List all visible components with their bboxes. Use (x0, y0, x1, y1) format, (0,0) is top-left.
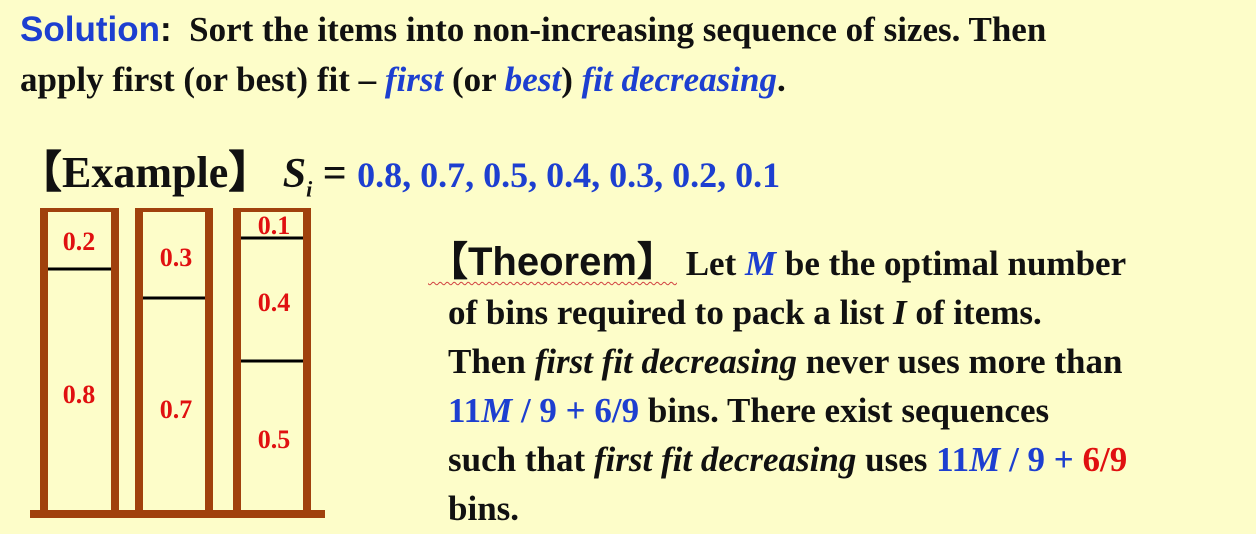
theorem-line-3: Then first fit decreasing never uses mor… (448, 342, 1123, 381)
bin-1-top-wall (40, 208, 119, 212)
bin-1-item-0.2: 0.2 (63, 227, 96, 256)
theorem-line-2: of bins required to pack a list I of ite… (448, 293, 1042, 332)
bin-1-left-wall (40, 208, 48, 512)
bin-1-right-wall (111, 208, 119, 512)
bin-2-item-0.3: 0.3 (160, 243, 193, 272)
theorem-line-1: 【Theorem】 Let M be the optimal number (428, 240, 1127, 284)
theorem-line-4: 11M / 9 + 6/9 bins. There exist sequence… (448, 391, 1050, 430)
bin-2-top-wall (135, 208, 213, 212)
bin-2-right-wall (205, 208, 213, 512)
bin-3-item-0.1: 0.1 (258, 211, 291, 240)
theorem-label: 【Theorem】 (428, 240, 677, 284)
bin-3-left-wall (233, 208, 241, 512)
theorem-block: 【Theorem】 Let M be the optimal number of… (428, 238, 1238, 533)
bin-3-item-0.5: 0.5 (258, 425, 291, 454)
bin-floor (30, 510, 325, 518)
bin-3-right-wall (303, 208, 311, 512)
bin-2-item-0.7: 0.7 (160, 395, 193, 424)
bin-3-item-0.4: 0.4 (258, 288, 291, 317)
theorem-line-6: bins. (448, 489, 520, 528)
theorem-line-5: such that first fit decreasing uses 11M … (448, 440, 1128, 479)
bin-2-left-wall (135, 208, 143, 512)
bin-1-item-0.8: 0.8 (63, 380, 96, 409)
